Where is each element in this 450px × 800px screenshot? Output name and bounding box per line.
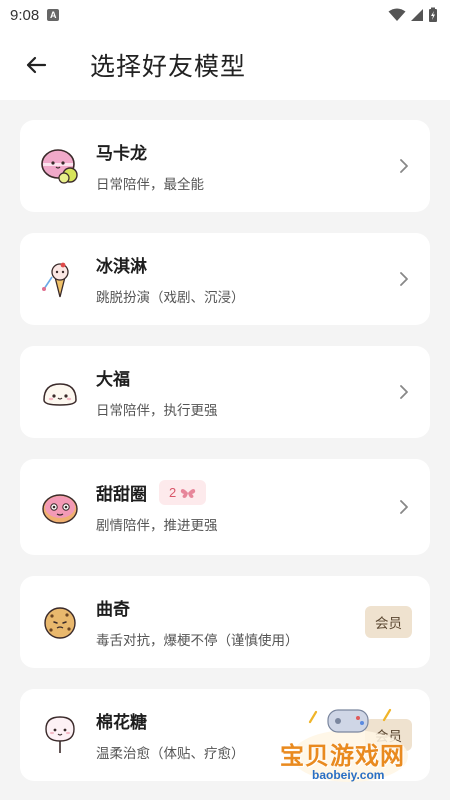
app-header: 选择好友模型 <box>0 30 450 100</box>
chevron-right-icon <box>396 384 412 400</box>
model-title-row: 冰淇淋 <box>96 252 396 277</box>
chevron-right-icon <box>396 158 412 174</box>
model-card-text: 甜甜圈 2 剧情陪伴，推进更强 <box>96 480 396 534</box>
model-card-donut[interactable]: 甜甜圈 2 剧情陪伴，推进更强 <box>20 459 430 555</box>
model-description: 跳脱扮演（戏剧、沉浸） <box>96 290 245 306</box>
model-card-daifuku[interactable]: 大福 日常陪伴，执行更强 <box>20 346 430 438</box>
model-title-row: 甜甜圈 2 <box>96 480 396 505</box>
chevron-right-icon <box>396 499 412 515</box>
model-card-text: 棉花糖 温柔治愈（体贴、疗愈） <box>96 708 365 762</box>
page-title: 选择好友模型 <box>90 52 247 81</box>
model-name: 大福 <box>96 370 130 390</box>
model-card-ice-cream[interactable]: 冰淇淋 跳脱扮演（戏剧、沉浸） <box>20 233 430 325</box>
model-description: 剧情陪伴，推进更强 <box>96 518 218 534</box>
model-name: 曲奇 <box>96 600 130 620</box>
model-card-text: 曲奇 毒舌对抗，爆梗不停（谨慎使用） <box>96 595 365 649</box>
model-tag-badge: 2 <box>159 480 207 505</box>
model-card-macaron[interactable]: 马卡龙 日常陪伴，最全能 <box>20 120 430 212</box>
model-card-text: 大福 日常陪伴，执行更强 <box>96 365 396 419</box>
wifi-icon <box>388 8 406 21</box>
model-description: 温柔治愈（体贴、疗愈） <box>96 746 245 762</box>
member-badge: 会员 <box>365 606 412 638</box>
back-button[interactable] <box>22 51 50 79</box>
model-name: 甜甜圈 <box>96 485 147 505</box>
model-card-cookie[interactable]: 曲奇 毒舌对抗，爆梗不停（谨慎使用） 会员 <box>20 576 430 668</box>
member-badge: 会员 <box>365 719 412 751</box>
status-bar: 9:08 A <box>0 0 450 30</box>
signal-icon <box>411 9 423 21</box>
model-name: 马卡龙 <box>96 144 147 164</box>
model-title-row: 大福 <box>96 365 396 390</box>
status-time: 9:08 <box>10 6 40 24</box>
notification-a-icon: A <box>47 9 60 21</box>
arrow-left-icon <box>26 56 47 74</box>
daifuku-icon <box>40 372 80 412</box>
model-card-cotton-candy[interactable]: 棉花糖 温柔治愈（体贴、疗愈） 会员 <box>20 689 430 781</box>
model-description: 日常陪伴，最全能 <box>96 177 204 193</box>
battery-icon <box>429 7 437 22</box>
model-description: 日常陪伴，执行更强 <box>96 403 218 419</box>
cotton-candy-icon <box>40 715 80 755</box>
model-name: 冰淇淋 <box>96 257 147 277</box>
model-description: 毒舌对抗，爆梗不停（谨慎使用） <box>96 633 299 649</box>
ice-cream-icon <box>40 259 80 299</box>
donut-icon <box>40 487 80 527</box>
model-card-text: 冰淇淋 跳脱扮演（戏剧、沉浸） <box>96 252 396 306</box>
model-title-row: 曲奇 <box>96 595 365 620</box>
model-name: 棉花糖 <box>96 713 147 733</box>
cookie-icon <box>40 602 80 642</box>
model-tag-count: 2 <box>169 485 177 500</box>
butterfly-icon <box>181 488 196 498</box>
model-list: 马卡龙 日常陪伴，最全能 冰淇淋 跳脱扮演（戏剧、沉浸） 大福 日常陪伴，执行更… <box>0 100 450 781</box>
chevron-right-icon <box>396 271 412 287</box>
status-icons <box>388 7 438 23</box>
model-title-row: 棉花糖 <box>96 708 365 733</box>
model-title-row: 马卡龙 <box>96 139 396 164</box>
model-card-text: 马卡龙 日常陪伴，最全能 <box>96 139 396 193</box>
macaron-icon <box>40 146 80 186</box>
